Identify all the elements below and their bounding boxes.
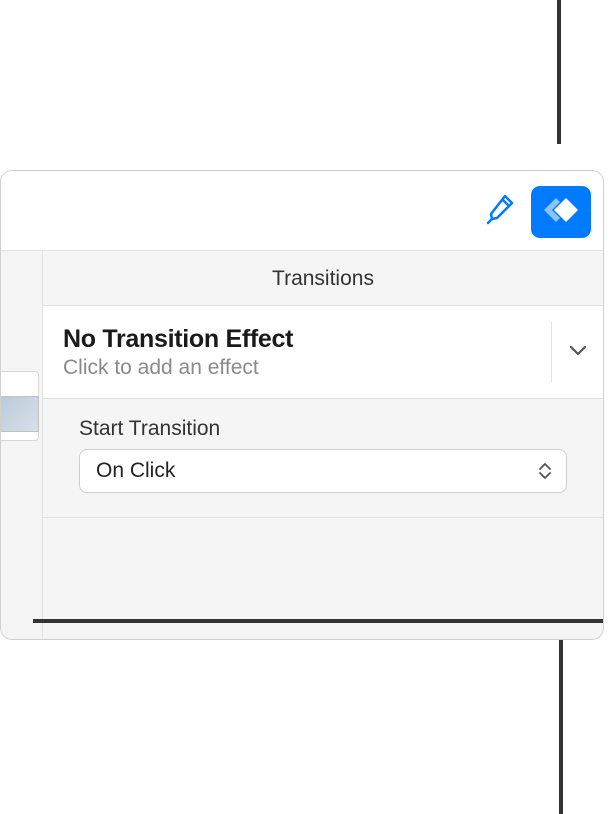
animate-button[interactable] [531,186,591,238]
effect-subtitle: Click to add an effect [63,356,551,380]
format-button[interactable] [475,188,523,236]
toolbar [1,171,603,251]
slide-thumbnail-preview [0,396,39,432]
callout-line-top [557,0,561,144]
start-transition-label: Start Transition [79,417,567,441]
inspector-panel: Transitions No Transition Effect Click t… [0,170,604,640]
chevron-down-icon [569,343,587,361]
callout-line-effect [33,619,603,623]
transition-effect-row[interactable]: No Transition Effect Click to add an eff… [43,306,603,399]
effect-disclosure[interactable] [551,322,603,382]
effect-title: No Transition Effect [63,325,551,354]
paintbrush-icon [482,193,516,232]
inspector-body: Transitions No Transition Effect Click t… [43,251,603,639]
start-transition-select[interactable]: On Click [79,449,567,493]
slide-navigator-sliver [1,251,43,639]
start-transition-section: Start Transition On Click [43,399,603,518]
start-transition-value: On Click [96,459,536,483]
transition-diamond-icon [540,192,582,233]
section-title: Transitions [43,251,603,306]
callout-line-bottom [559,638,563,814]
select-stepper-icon [536,463,554,479]
